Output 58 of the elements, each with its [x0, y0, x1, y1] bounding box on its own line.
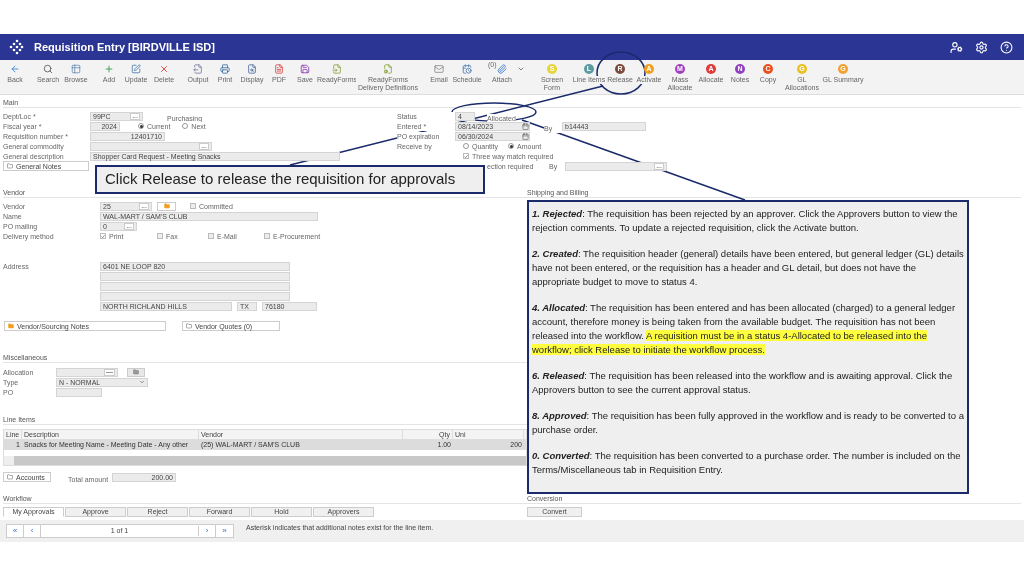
- paperclip-icon: [497, 64, 507, 74]
- input-field[interactable]: [56, 387, 102, 397]
- file-icon: [332, 64, 342, 74]
- calendar-icon[interactable]: [522, 122, 529, 130]
- next-page-button[interactable]: ›: [199, 525, 216, 537]
- user-icon[interactable]: [950, 40, 963, 54]
- envelope-icon: [434, 64, 444, 74]
- x-icon: [159, 64, 169, 74]
- callout: Click Release to release the requisition for approvals: [95, 165, 485, 194]
- status-description: 0. Converted: The requisition has been converted to a purchase order. The number is included on the Terms/Miscellaneous tab in Requisition Entry.: [532, 449, 962, 477]
- help-icon[interactable]: [1000, 40, 1013, 54]
- folder-button[interactable]: [127, 367, 145, 377]
- folder-icon: [7, 163, 13, 169]
- file-arrow-icon: [193, 64, 203, 74]
- checkbox[interactable]: [157, 233, 163, 239]
- status-description: 1. Rejected: The requisition has been rejected by an approver. Click the Approvers button to view the rejection comments. To update a rejected requisition, click the Activate button.: [532, 207, 959, 235]
- calendar-icon: [462, 64, 472, 74]
- printer-icon: [220, 64, 230, 74]
- folder-button[interactable]: [157, 201, 176, 211]
- checkbox[interactable]: [190, 203, 196, 209]
- table-icon: [71, 64, 81, 74]
- settings-icon[interactable]: [975, 40, 988, 54]
- logo-icon: [8, 39, 24, 55]
- folder-icon: [7, 474, 13, 480]
- arrow-left-icon: [10, 64, 20, 74]
- caret-icon[interactable]: [516, 65, 526, 73]
- file-search-icon: [247, 64, 257, 74]
- input-field[interactable]: [100, 271, 290, 281]
- folder-icon: [133, 369, 139, 375]
- status-description: 6. Released: The requisition has been released into the workflow and is awaiting approval. Click the Approvers button to see the current approval status.: [532, 369, 954, 397]
- window-title: Requisition Entry [BIRDVILLE ISD]: [34, 39, 215, 55]
- first-page-button[interactable]: «: [7, 525, 24, 537]
- scrollbar[interactable]: [4, 456, 526, 465]
- checkbox[interactable]: [100, 233, 106, 239]
- checkbox[interactable]: [463, 153, 469, 159]
- plus-icon: [104, 64, 114, 74]
- last-page-button[interactable]: »: [216, 525, 233, 537]
- folder-icon: [163, 203, 170, 209]
- input-field[interactable]: [100, 281, 290, 291]
- radio-button[interactable]: [463, 143, 469, 149]
- radio-button[interactable]: [508, 143, 515, 149]
- previous-page-button[interactable]: ‹: [24, 525, 41, 537]
- status-description: 8. Approved: The requisition has been fully approved in the workflow and is ready to be converted to a purchase order.: [532, 409, 964, 437]
- status-description: 2. Created: The requisition header (general) details have been entered, but general ledger (GL) details have not been entered, or the requisition has a header and GL detail, but does not have the appropriate budget to move to status 4.: [532, 247, 964, 289]
- pencil-icon: [131, 64, 141, 74]
- radio-button[interactable]: [138, 123, 144, 129]
- checkbox[interactable]: [208, 233, 214, 239]
- file-icon: [274, 64, 284, 74]
- input-field[interactable]: [100, 291, 290, 301]
- checkbox[interactable]: [264, 233, 270, 239]
- status-description: 4. Allocated: The requisition has been entered and has been allocated (charged) to a general ledger account, therefore money is being taken from the available budget. The requisition has not been released into the workflow. A requisition must be in a status 4-Allocated to be released into the workflow; click Release to initiate the workflow process.: [532, 301, 957, 357]
- radio-button[interactable]: [182, 123, 189, 129]
- caret-icon: [139, 379, 145, 385]
- folder-icon: [186, 323, 192, 329]
- search-icon: [43, 64, 53, 74]
- file-gear-icon: [383, 64, 393, 74]
- calendar-icon[interactable]: [522, 132, 529, 140]
- folder-icon: [8, 323, 14, 329]
